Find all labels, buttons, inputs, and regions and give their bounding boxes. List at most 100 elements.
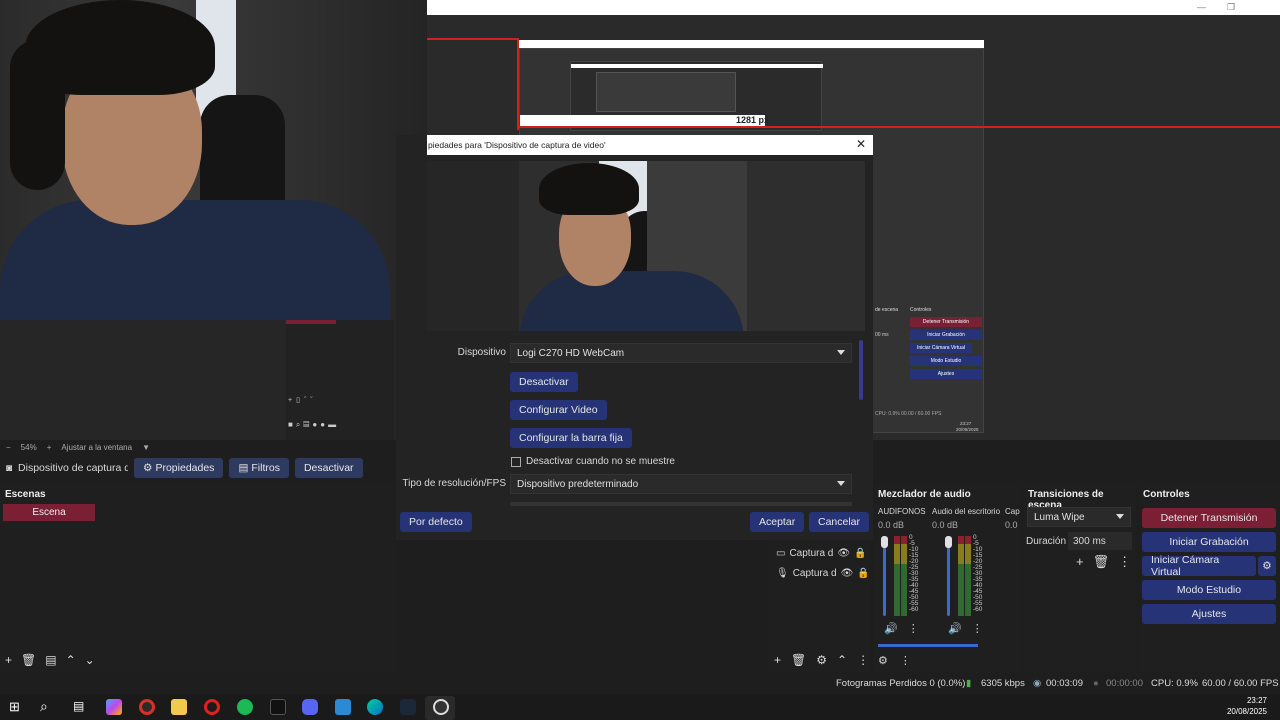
steam-icon[interactable] xyxy=(400,699,416,715)
chevron-down-icon[interactable]: ⌄ xyxy=(85,653,95,667)
file-explorer-icon[interactable] xyxy=(171,699,187,715)
more-icon[interactable]: ⋮ xyxy=(1118,554,1131,570)
taskbar-date: 20/08/2025 xyxy=(1226,707,1267,716)
configure-bar-button[interactable]: Configurar la barra fija xyxy=(510,428,632,448)
db-scale: 0 -5 -10 -15 -20 -25 -30 -35 -40 -45 -50 -55 -60 xyxy=(909,534,919,613)
dropped-frames: Fotogramas Perdidos 0 (0.0%) xyxy=(836,678,966,689)
cpu-usage: CPU: 0.9% xyxy=(1151,678,1198,689)
lock-icon[interactable]: 🔒 xyxy=(857,568,869,579)
chrome-icon[interactable] xyxy=(139,699,155,715)
source-row[interactable]: ▭ Captura d 👁 🔒 xyxy=(776,548,867,559)
configure-video-button[interactable]: Configurar Video xyxy=(510,400,607,420)
more-icon[interactable]: ⋮ xyxy=(908,622,919,635)
device-value: Logi C270 HD WebCam xyxy=(517,347,625,359)
defaults-button[interactable]: Por defecto xyxy=(400,512,472,532)
more-icon[interactable]: ⋮ xyxy=(900,654,911,667)
volume-slider[interactable] xyxy=(883,536,886,616)
source-row[interactable]: 🎙 Captura d 👁 🔒 xyxy=(776,568,870,579)
speaker-icon[interactable]: 🔊 xyxy=(948,622,962,635)
transition-select[interactable]: Luma Wipe xyxy=(1027,507,1131,527)
virtual-camera-settings-button[interactable]: ⚙ xyxy=(1258,556,1276,576)
more-icon[interactable]: ⋮ xyxy=(972,622,983,635)
eye-icon[interactable]: 👁 xyxy=(837,548,850,559)
cancel-button[interactable]: Cancelar xyxy=(809,512,870,532)
record-icon: ● xyxy=(1093,678,1099,689)
start-recording-button[interactable]: Iniciar Grabación xyxy=(1142,532,1276,552)
search-icon[interactable]: ⌕ xyxy=(40,698,48,715)
resolution-select[interactable]: Dispositivo predeterminado xyxy=(510,474,852,494)
device-select[interactable]: Logi C270 HD WebCam xyxy=(510,343,852,363)
volume-knob[interactable] xyxy=(881,536,888,548)
trash-icon[interactable]: 🗑 xyxy=(791,653,806,667)
volume-knob[interactable] xyxy=(945,536,952,548)
hide-checkbox-label: Desactivar cuando no se muestre xyxy=(526,456,675,467)
gear-icon[interactable]: ⚙ xyxy=(816,653,827,667)
record-time: 00:00:00 xyxy=(1106,678,1143,689)
deactivate-button[interactable]: Desactivar xyxy=(510,372,578,392)
controls-dock: Controles Detener Transmisión Iniciar Gr… xyxy=(1140,484,1280,672)
more-icon[interactable]: ⋮ xyxy=(857,653,869,667)
virtual-camera-button[interactable]: Iniciar Cámara Virtual xyxy=(1142,554,1256,578)
speaker-icon[interactable]: 🔊 xyxy=(884,622,898,635)
windows-start-icon[interactable]: ⊞ xyxy=(9,699,20,715)
minimize-button[interactable]: — xyxy=(1197,2,1206,12)
task-view-icon[interactable]: ▤ xyxy=(73,699,84,713)
chevron-down-icon[interactable]: ▼ xyxy=(142,443,150,452)
chevron-up-icon[interactable]: ⌃ xyxy=(837,653,847,667)
zoom-out-button[interactable]: − xyxy=(6,443,11,452)
nested-studio-mode: Modo Estudio xyxy=(910,356,982,366)
filters-label: Filtros xyxy=(251,462,280,474)
opera-icon[interactable] xyxy=(204,699,220,715)
settings-button[interactable]: Ajustes xyxy=(1142,604,1276,624)
hide-checkbox-row[interactable]: Desactivar cuando no se muestre xyxy=(511,456,675,467)
scene-item[interactable]: Escena xyxy=(3,504,95,521)
zoom-in-button[interactable]: + xyxy=(47,443,52,452)
trash-icon[interactable]: 🗑 xyxy=(1093,554,1110,570)
filters-button[interactable]: ▤ Filtros xyxy=(229,458,289,478)
restore-button[interactable]: ❐ xyxy=(1227,2,1235,13)
gear-icon[interactable]: ⚙ xyxy=(878,654,888,667)
studio-mode-button[interactable]: Modo Estudio xyxy=(1142,580,1276,600)
tiktok-icon[interactable] xyxy=(270,699,286,715)
properties-button[interactable]: ⚙ Propiedades xyxy=(134,458,224,478)
channel-db: 0.0 dB xyxy=(878,520,905,530)
close-icon[interactable]: ✕ xyxy=(856,137,866,151)
duration-value: 300 ms xyxy=(1073,535,1106,547)
zoom-value: 54% xyxy=(20,442,37,452)
spotify-icon[interactable] xyxy=(237,699,253,715)
add-icon[interactable]: + xyxy=(1076,554,1084,570)
status-bar: Fotogramas Perdidos 0 (0.0%) ▮ 6305 kbps… xyxy=(0,672,1280,694)
mixer-title: Mezclador de audio xyxy=(878,489,971,500)
volume-slider[interactable] xyxy=(947,536,950,616)
accept-button[interactable]: Aceptar xyxy=(750,512,805,532)
transition-value: Luma Wipe xyxy=(1034,511,1085,523)
add-icon[interactable]: + xyxy=(5,653,12,667)
eye-icon[interactable]: 👁 xyxy=(841,568,854,579)
chevron-up-icon[interactable]: ⌃ xyxy=(66,653,76,667)
dialog-scrollbar[interactable] xyxy=(859,340,863,400)
fit-window-label[interactable]: Ajustar a la ventana xyxy=(61,443,132,452)
discord-icon[interactable] xyxy=(302,699,318,715)
mixer-scrollbar[interactable] xyxy=(878,644,978,647)
stop-stream-button[interactable]: Detener Transmisión xyxy=(1142,508,1276,528)
hide-checkbox[interactable] xyxy=(511,456,521,467)
duration-input[interactable]: 300 ms xyxy=(1068,532,1132,550)
level-meter xyxy=(894,536,900,616)
store-icon[interactable] xyxy=(335,699,351,715)
dialog-titlebar: piedades para 'Dispositivo de captura de… xyxy=(427,135,873,155)
edge-icon[interactable] xyxy=(367,699,383,715)
trash-icon[interactable]: 🗑 xyxy=(21,653,36,667)
obs-icon[interactable] xyxy=(433,699,449,715)
channel-db: 0.0 dB xyxy=(932,520,959,530)
chevron-down-icon xyxy=(837,350,845,355)
source-label: Captura d xyxy=(792,568,837,579)
source-label: Captura d xyxy=(789,548,834,559)
deactivate-source-button[interactable]: Desactivar xyxy=(294,458,363,478)
lock-icon[interactable]: 🔒 xyxy=(854,548,866,559)
copilot-icon[interactable] xyxy=(106,699,122,715)
zoom-bar: − 54% + Ajustar a la ventana ▼ xyxy=(0,440,400,454)
filter-icon[interactable]: ▤ xyxy=(45,653,56,667)
shirt xyxy=(0,200,390,320)
nested-status: CPU: 0.9% 00.00 / 60.00 FPS xyxy=(875,411,942,417)
add-icon[interactable]: + xyxy=(774,653,781,667)
